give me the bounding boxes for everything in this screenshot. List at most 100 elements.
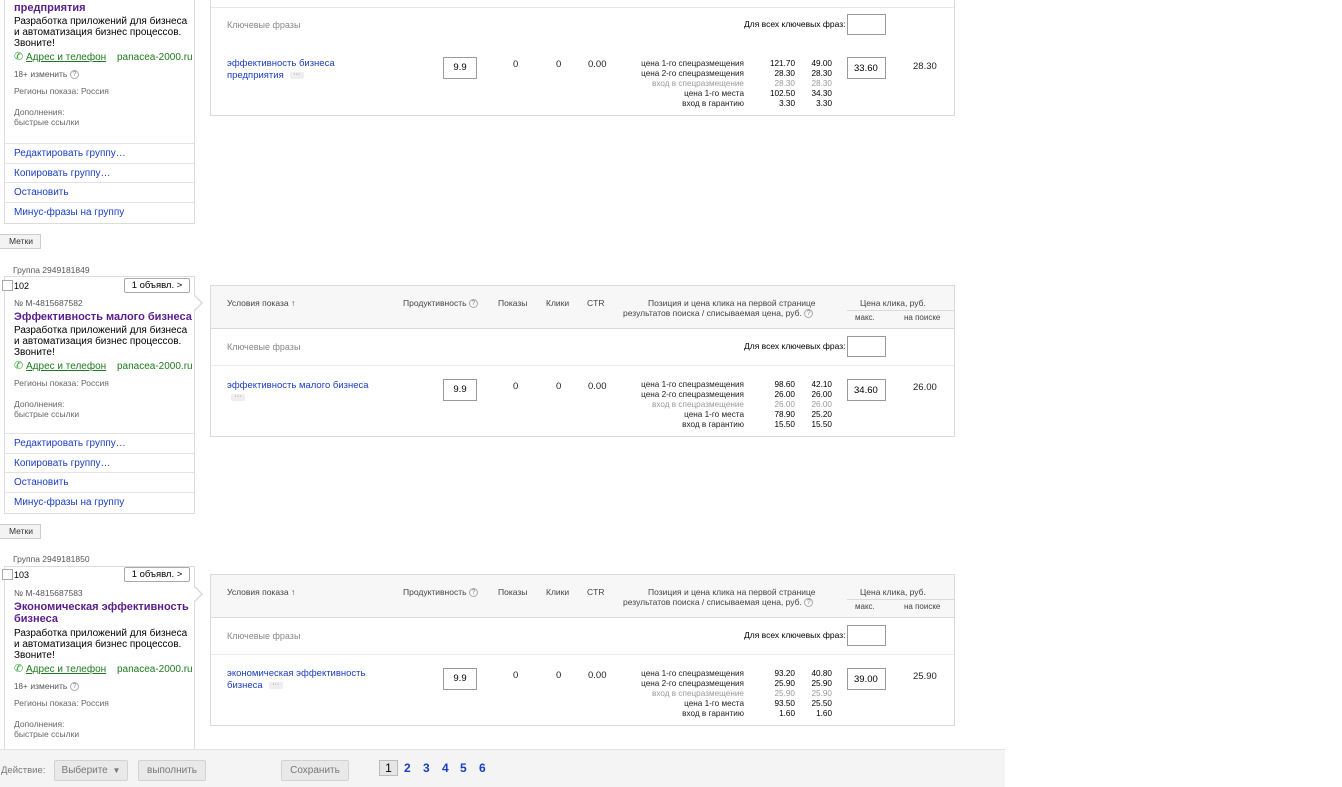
page-5[interactable]: 5 [460, 761, 467, 775]
keyword-phrase-text[interactable]: эффективность бизнеса предприятия [227, 58, 335, 81]
action-select[interactable]: Выберите ▼ [54, 760, 128, 781]
col-max: макс. [855, 602, 875, 611]
page-4[interactable]: 4 [442, 761, 449, 775]
domain-text: panacea-2000.ru [116, 52, 193, 63]
age-change-link[interactable]: изменить [30, 681, 67, 691]
save-button[interactable]: Сохранить [281, 760, 349, 781]
keywords-table: Условия показа ↑ Продуктивность ? Показы… [210, 285, 955, 437]
minus-phrases-link[interactable]: Минус-фразы на группу [14, 497, 124, 508]
edit-group-item[interactable]: Редактировать группу… [5, 143, 194, 163]
divider [211, 654, 954, 655]
ad-title[interactable]: предприятия [14, 2, 185, 14]
max-price-input[interactable] [847, 668, 886, 690]
page-6[interactable]: 6 [479, 761, 486, 775]
phone-icon: ✆ [14, 360, 24, 372]
card-pointer [193, 585, 203, 603]
divider [211, 7, 954, 8]
stop-group-item[interactable]: Остановить [5, 472, 194, 492]
stop-group-link[interactable]: Остановить [14, 477, 69, 488]
col-clicks: Клики [546, 587, 570, 597]
extras-label: Дополнения: [14, 719, 65, 729]
table-header: Условия показа ↑ Продуктивность ? Показы… [211, 575, 954, 618]
regions: Регионы показа: Россия [14, 698, 109, 708]
stop-group-link[interactable]: Остановить [14, 187, 69, 198]
col-clicks: Клики [546, 298, 570, 308]
ads-count-button[interactable]: 1 объявл. > [124, 278, 190, 293]
address-link[interactable]: Адрес и телефон [26, 52, 106, 63]
bids-block: цена 1-го спецразмещения 98.60 42.10 цена … [611, 380, 832, 430]
ctr-value: 0.00 [588, 670, 607, 681]
col-position-line1: Позиция и цена клика на первой странице [648, 298, 816, 308]
address-link[interactable]: Адрес и телефон [26, 664, 106, 675]
more-icon[interactable]: ··· [231, 393, 245, 401]
extras-label: Дополнения: [14, 399, 65, 409]
keyword-phrase-link[interactable]: эффективность малого бизнеса ··· [227, 380, 387, 404]
keyword-phrase-link[interactable]: экономическая эффективность бизнеса ··· [227, 668, 377, 692]
edit-group-item[interactable]: Редактировать группу… [5, 433, 194, 453]
copy-group-link[interactable]: Копировать группу… [14, 168, 111, 179]
keyword-phrase-link[interactable]: эффективность бизнеса предприятия ··· [227, 58, 352, 82]
bid-row: цена 1-го спецразмещения 98.60 42.10 [641, 380, 832, 389]
group-menu: Редактировать группу… Копировать группу…… [5, 433, 194, 511]
help-icon[interactable]: ? [804, 598, 814, 608]
keyword-phrase-text[interactable]: экономическая эффективность бизнеса [227, 668, 366, 691]
keywords-table: Условия показа ↑ Продуктивность ? Показы… [210, 574, 955, 726]
edit-group-link[interactable]: Редактировать группу… [14, 438, 126, 449]
ad-title[interactable]: Эффективность малого бизнеса [14, 311, 193, 323]
bid-row: цена 1-го спецразмещения 93.20 40.80 [641, 669, 832, 678]
tags-button[interactable]: Метки [0, 524, 41, 539]
copy-group-item[interactable]: Копировать группу… [5, 162, 194, 183]
minus-phrases-link[interactable]: Минус-фразы на группу [14, 207, 124, 218]
group-card: 102 1 объявл. > № M-4815687582 Эффективн… [2, 276, 195, 514]
col-productivity: Продуктивность ? [403, 587, 478, 598]
bids-block: цена 1-го спецразмещения 121.70 49.00 цена… [611, 59, 832, 109]
more-icon[interactable]: ··· [289, 71, 304, 79]
help-icon[interactable]: ? [804, 309, 814, 319]
group-checkbox[interactable] [2, 569, 13, 580]
max-price-input[interactable] [847, 57, 886, 79]
contact-row: ✆ Адрес и телефон panacea-2000.ru [14, 360, 193, 373]
extras-value: быстрые ссылки [14, 117, 80, 127]
minus-phrases-item[interactable]: Минус-фразы на группу [5, 201, 194, 222]
all-kw-price-input[interactable] [847, 336, 886, 357]
col-position-line1: Позиция и цена клика на первой странице [648, 587, 816, 597]
help-icon[interactable]: ? [468, 588, 478, 598]
ads-count-button[interactable]: 1 объявл. > [124, 567, 190, 582]
minus-phrases-item[interactable]: Минус-фразы на группу [5, 491, 194, 512]
group-label: Группа 2949181850 [13, 554, 90, 564]
help-icon[interactable]: ? [70, 681, 80, 691]
shows-value: 0 [513, 59, 519, 70]
help-icon[interactable]: ? [70, 69, 80, 79]
group-menu: Редактировать группу… Копировать группу…… [5, 143, 194, 221]
table-header: Условия показа ↑ Продуктивность ? Показы… [211, 286, 954, 329]
copy-group-link[interactable]: Копировать группу… [14, 458, 111, 469]
max-price-input[interactable] [847, 379, 886, 401]
col-conditions[interactable]: Условия показа ↑ [227, 587, 295, 597]
help-icon[interactable]: ? [468, 299, 478, 309]
run-button[interactable]: выполнить [138, 760, 206, 781]
more-icon[interactable]: ··· [268, 681, 283, 689]
col-search: на поиске [904, 313, 941, 322]
stop-group-item[interactable]: Остановить [5, 182, 194, 202]
page-3[interactable]: 3 [423, 761, 430, 775]
all-kw-price-input[interactable] [847, 625, 886, 646]
all-kw-price-input[interactable] [847, 14, 886, 35]
ad-title[interactable]: Экономическая эффективность бизнеса [14, 601, 189, 625]
group-checkbox[interactable] [2, 280, 13, 291]
col-conditions[interactable]: Условия показа ↑ [227, 298, 295, 308]
divider [847, 310, 954, 311]
page-1[interactable]: 1 [379, 760, 398, 776]
edit-group-link[interactable]: Редактировать группу… [14, 148, 126, 159]
address-link[interactable]: Адрес и телефон [26, 361, 106, 372]
col-ctr: CTR [587, 298, 605, 308]
page-2[interactable]: 2 [404, 761, 411, 775]
kw-label: Ключевые фразы [227, 342, 301, 352]
action-select-value: Выберите [61, 765, 108, 776]
bids-block: цена 1-го спецразмещения 93.20 40.80 цена … [611, 669, 832, 719]
shows-value: 0 [513, 381, 519, 392]
bid-row: вход в гарантию 15.50 15.50 [682, 420, 832, 429]
age-change-link[interactable]: изменить [30, 69, 67, 79]
tags-button[interactable]: Метки [0, 234, 41, 249]
copy-group-item[interactable]: Копировать группу… [5, 452, 194, 473]
keyword-phrase-text[interactable]: эффективность малого бизнеса [227, 380, 369, 391]
